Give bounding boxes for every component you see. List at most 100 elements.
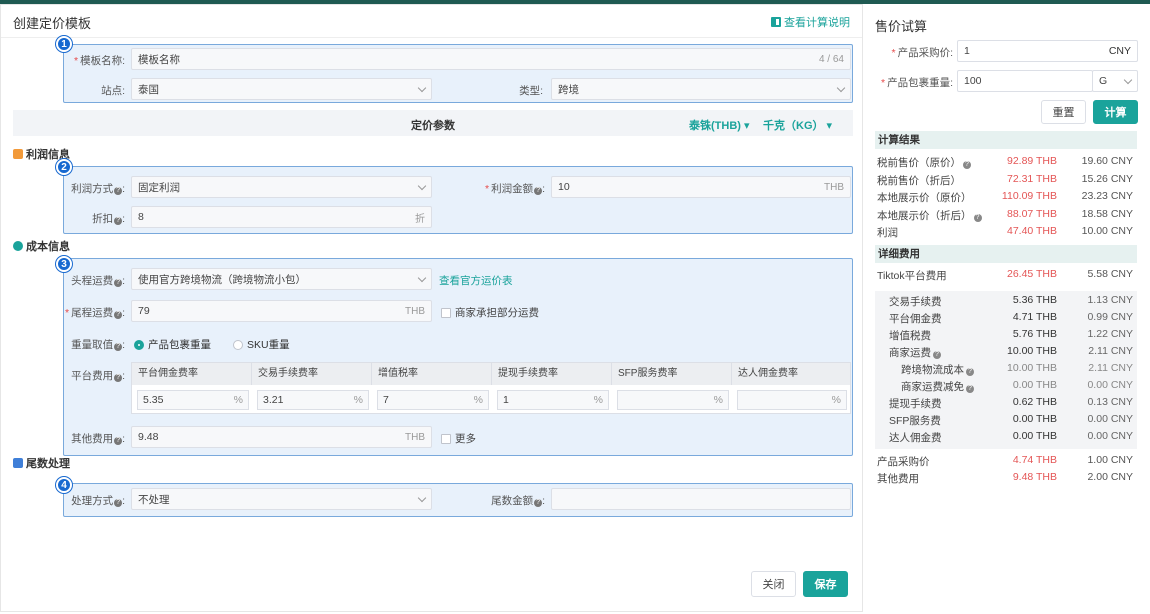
more-label: 更多 [455, 433, 476, 445]
weight-option-package[interactable]: 产品包裹重量 [134, 337, 211, 352]
currency-select[interactable]: 泰铢(THB) ▾ [689, 117, 750, 133]
first-leg-value: 使用官方跨境物流（跨境物流小包） [138, 273, 306, 286]
help-icon: ? [966, 368, 974, 376]
result-row: 利润 47.40 THB 10.00 CNY [877, 225, 1133, 239]
tail-amount-input[interactable] [551, 488, 851, 510]
cost-row: 产品采购价 4.74 THB 1.00 CNY [877, 454, 1133, 468]
profit-method-label: 利润方式?: [71, 183, 125, 195]
help-icon: ? [534, 499, 543, 507]
site-select[interactable]: 泰国 [131, 78, 432, 100]
fee-input-transaction[interactable]: 3.21% [257, 390, 369, 410]
first-leg-label: 头程运费?: [71, 275, 125, 287]
template-name-value: 模板名称 [138, 53, 180, 66]
reset-button[interactable]: 重置 [1041, 100, 1086, 124]
chevron-down-icon [1123, 75, 1133, 84]
other-fee-value: 9.48 [138, 431, 159, 443]
detail-fee-row: 商家运费减免? 0.00 THB 0.00 CNY [901, 379, 1133, 393]
profit-amount-input[interactable]: 10 THB [551, 176, 851, 198]
help-icon: ? [114, 437, 123, 445]
purchase-price-value: 1 [964, 45, 970, 57]
detail-section-title: 详细费用 [875, 245, 1137, 263]
chevron-down-icon [836, 83, 846, 92]
package-weight-label: * 产品包裹重量: [880, 77, 953, 89]
save-button[interactable]: 保存 [803, 571, 848, 597]
detail-fee-row: 商家运费? 10.00 THB 2.11 CNY [889, 345, 1133, 359]
fee-header: 增值税率 [372, 363, 492, 385]
fee-input-withdraw[interactable]: 1% [497, 390, 609, 410]
help-icon: ? [534, 187, 543, 195]
purchase-price-unit: CNY [1108, 45, 1131, 57]
result-section-title: 计算结果 [875, 131, 1137, 149]
step-badge-4: 4 [56, 477, 72, 493]
weight-unit-select[interactable]: G [1092, 70, 1138, 92]
chevron-down-icon [417, 83, 427, 92]
discount-input[interactable]: 8 折 [131, 206, 432, 228]
package-weight-value: 100 [964, 75, 982, 87]
help-icon: ? [114, 311, 123, 319]
detail-fee-row: 提现手续费 0.62 THB 0.13 CNY [889, 396, 1133, 410]
profit-method-select[interactable]: 固定利润 [131, 176, 432, 198]
fee-header: 交易手续费率 [252, 363, 372, 385]
result-row: 税前售价（折后） 72.31 THB 15.26 CNY [877, 172, 1133, 187]
fee-input-sfp[interactable]: % [617, 390, 729, 410]
weight-unit-value: G [1099, 75, 1108, 87]
help-icon: ? [114, 374, 123, 382]
last-leg-suffix: THB [405, 305, 425, 317]
radio-checked-icon [134, 339, 144, 350]
tail-method-value: 不处理 [138, 493, 170, 506]
calc-help-link[interactable]: 查看计算说明 [771, 14, 850, 30]
tail-amount-label: 尾数金额?: [491, 495, 545, 507]
profit-amount-label: * 利润金额?: [484, 183, 545, 195]
close-button[interactable]: 关闭 [751, 571, 796, 597]
first-leg-select[interactable]: 使用官方跨境物流（跨境物流小包） [131, 268, 432, 290]
site-value: 泰国 [138, 83, 159, 96]
purchase-price-label: * 产品采购价: [891, 47, 953, 59]
official-rate-link[interactable]: 查看官方运价表 [439, 273, 513, 288]
tail-method-select[interactable]: 不处理 [131, 488, 432, 510]
step-badge-2: 2 [56, 159, 72, 175]
fee-input-commission[interactable]: 5.35% [137, 390, 249, 410]
site-label: 站点: [101, 85, 125, 97]
help-icon: ? [966, 385, 974, 393]
detail-fee-row: 交易手续费 5.36 THB 1.13 CNY [889, 294, 1133, 308]
help-icon: ? [114, 187, 123, 195]
fee-header: 平台佣金费率 [132, 363, 252, 385]
type-label: 类型: [519, 85, 543, 97]
other-fee-input[interactable]: 9.48 THB [131, 426, 432, 448]
weight-unit-select[interactable]: 千克（KG） ▾ [763, 117, 832, 133]
page-title: 创建定价模板 [13, 16, 92, 31]
other-fee-suffix: THB [405, 431, 425, 443]
tail-section-title: 尾数处理 [13, 455, 70, 471]
help-icon: ? [933, 351, 941, 359]
merchant-share-checkbox[interactable]: 商家承担部分运费 [441, 305, 539, 320]
weight-option-sku[interactable]: SKU重量 [233, 337, 290, 352]
fee-input-affiliate[interactable]: % [737, 390, 847, 410]
cost-row: 其他费用 9.48 THB 2.00 CNY [877, 471, 1133, 485]
type-select[interactable]: 跨境 [551, 78, 851, 100]
weight-source-label: 重量取值?: [71, 339, 125, 351]
detail-fee-row: SFP服务费 0.00 THB 0.00 CNY [889, 413, 1133, 427]
package-weight-input[interactable]: 100 [957, 70, 1093, 92]
tiktok-fee-row: Tiktok平台费用 26.45 THB 5.58 CNY [877, 268, 1133, 282]
template-name-input[interactable]: 模板名称 4 / 64 [131, 48, 851, 70]
trial-title: 售价试算 [875, 19, 928, 34]
cost-section-title: 成本信息 [13, 238, 70, 254]
detail-fee-row: 达人佣金费 0.00 THB 0.00 CNY [889, 430, 1133, 444]
profit-icon [13, 149, 23, 159]
radio-unchecked-icon [233, 339, 243, 350]
merchant-share-label: 商家承担部分运费 [455, 307, 539, 319]
more-checkbox[interactable]: 更多 [441, 431, 476, 446]
platform-fee-label: 平台费用?: [71, 370, 125, 382]
profit-amount-value: 10 [558, 181, 570, 193]
chevron-down-icon [417, 493, 427, 502]
fee-input-vat[interactable]: 7% [377, 390, 489, 410]
template-name-label: * 模板名称: [73, 55, 125, 67]
help-icon: ? [114, 279, 123, 287]
help-icon: ? [114, 217, 123, 225]
last-leg-input[interactable]: 79 THB [131, 300, 432, 322]
other-fee-label: 其他费用?: [71, 433, 125, 445]
purchase-price-input[interactable]: 1 CNY [957, 40, 1138, 62]
checkbox-box [441, 307, 451, 318]
calculate-button[interactable]: 计算 [1093, 100, 1138, 124]
discount-value: 8 [138, 211, 144, 223]
